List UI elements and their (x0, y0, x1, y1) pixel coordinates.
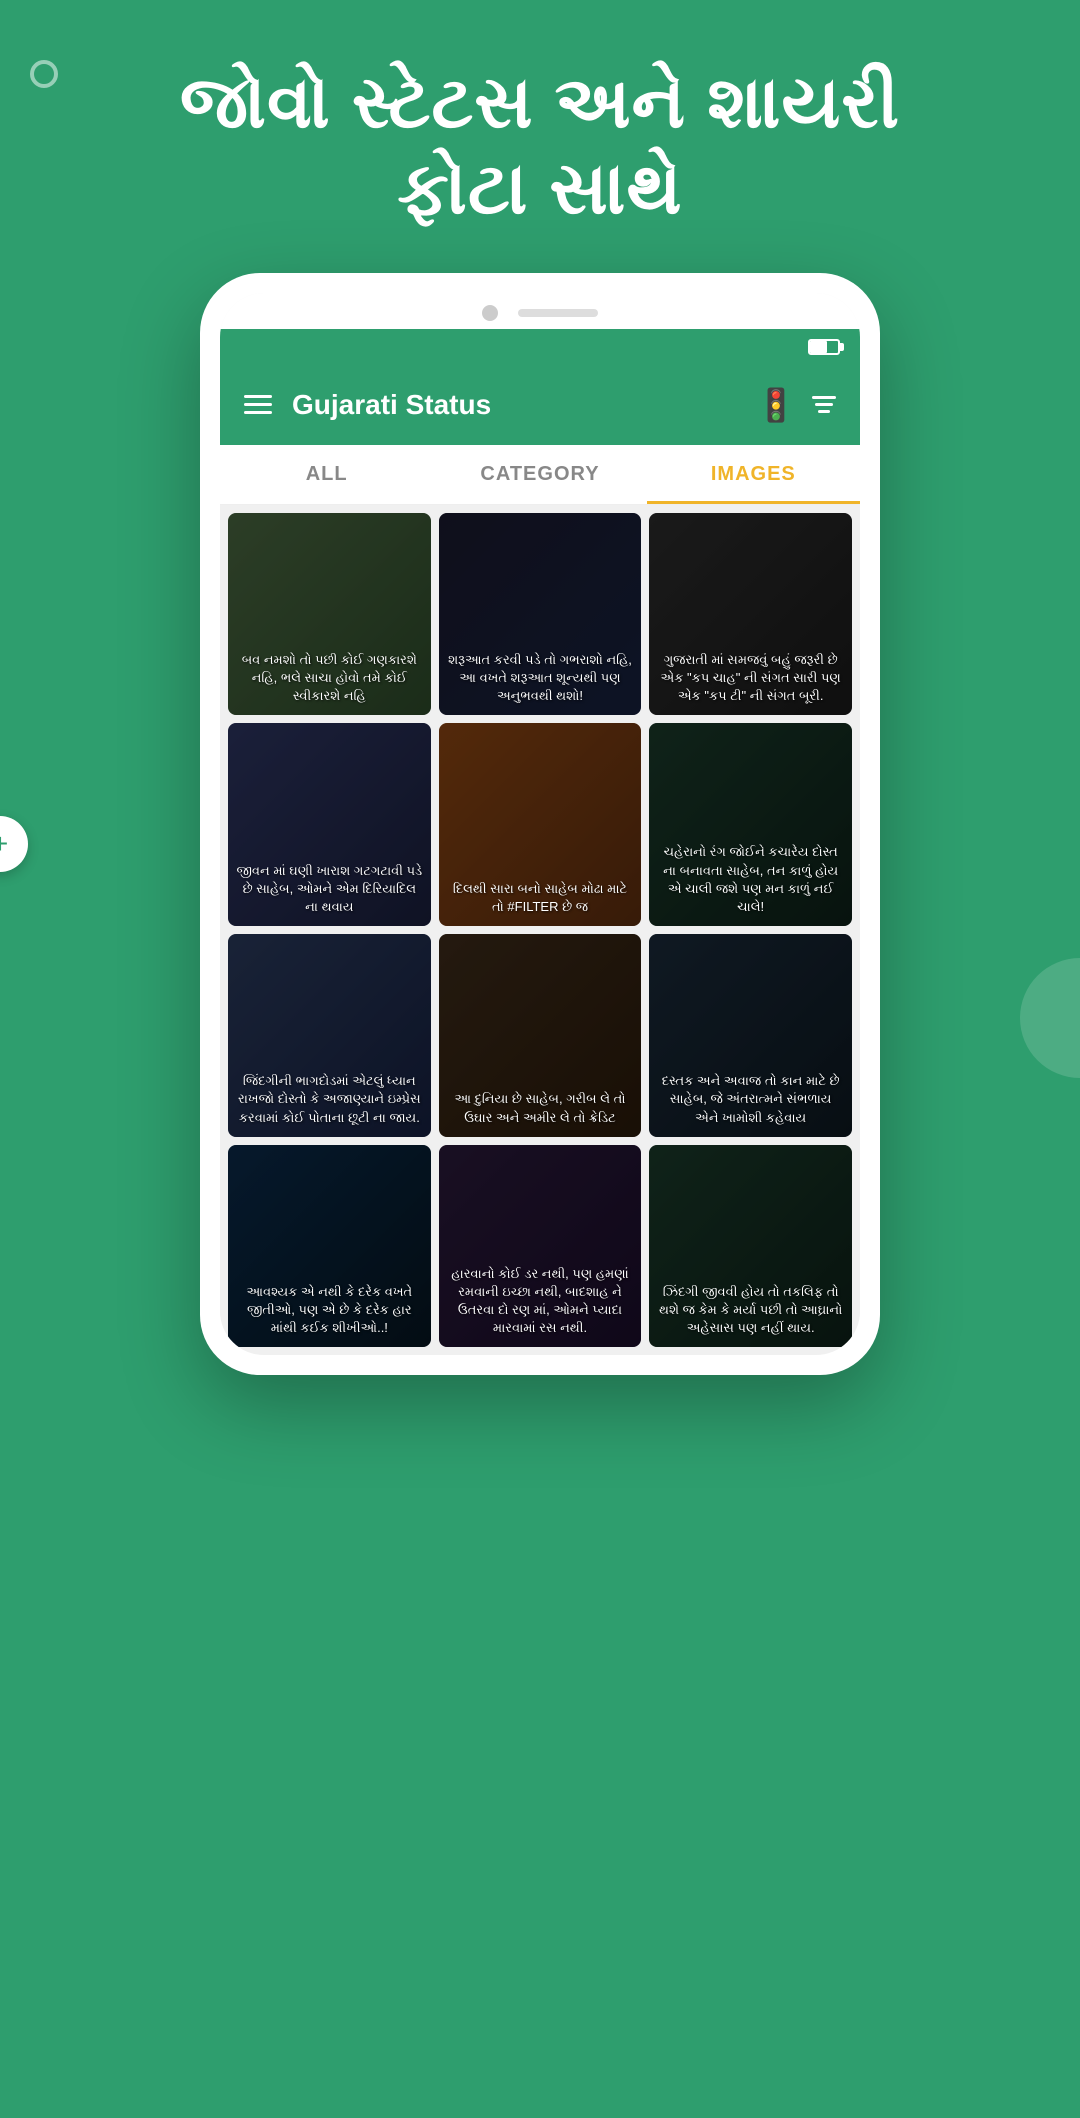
tab-images[interactable]: IMAGES (647, 445, 860, 504)
menu-icon[interactable] (244, 395, 272, 414)
tab-category[interactable]: CATEGORY (433, 445, 646, 504)
tab-all[interactable]: ALL (220, 445, 433, 504)
grid-item[interactable]: હારવાનો કોઈ ડર નથી, પણ હમણાં રમવાની ઇચ્છ… (439, 1145, 642, 1348)
phone-mockup: + Gujarati Statu (0, 273, 1080, 1416)
grid-item-text: આવશ્યક એ નથી કે દરેક વખતે જીતીઓ, પણ એ છે… (236, 1283, 423, 1338)
robot-icon: 🚦 (756, 386, 796, 424)
deco-circle (1020, 958, 1080, 1078)
hero-title-line1: જોવો સ્ટેટસ અને શાયરી (60, 60, 1020, 146)
hero-section: જોવો સ્ટેટસ અને શાયરી ફોટા સાથે (0, 0, 1080, 273)
grid-item-text: દસ્તક અને અવાજ તો કાન માટે છે સાહેબ, જે … (657, 1072, 844, 1127)
grid-item-text: શરૂઆત કરવી પડે તો ગભરાશો નહિ, આ વખતે શરૂ… (447, 651, 634, 706)
image-grid: બવ નમશો તો પછી કોઈ ગણકારશે નહિ, ભલે સાચા… (220, 505, 860, 1356)
phone-top-bar (220, 293, 860, 329)
phone-inner: Gujarati Status 🚦 ALL CATEGORY (220, 293, 860, 1356)
grid-item-text: જિંદગીની ભાગદોડમાં એટલું ધ્યાન રાખજો દોસ… (236, 1072, 423, 1127)
grid-item[interactable]: આ દુનિયા છે સાહેબ, ગરીબ લે તો ઉઘાર અને અ… (439, 934, 642, 1137)
sort-filter-icon[interactable] (812, 396, 836, 413)
grid-item[interactable]: ઝિંદગી જીવવી હોય તો તકલિફ તો થશે જ કેમ ક… (649, 1145, 852, 1348)
grid-item-text: ઝિંદગી જીવવી હોય તો તકલિફ તો થશે જ કેમ ક… (657, 1283, 844, 1338)
battery-icon (808, 339, 840, 355)
tab-bar: ALL CATEGORY IMAGES (220, 445, 860, 505)
hero-title-line2: ફોટા સાથે (60, 146, 1020, 232)
grid-item[interactable]: દસ્તક અને અવાજ તો કાન માટે છે સાહેબ, જે … (649, 934, 852, 1137)
phone-outer: Gujarati Status 🚦 ALL CATEGORY (200, 273, 880, 1376)
grid-item-text: જીવન માં ઘણી ખારાશ ગટગટાવી પડે છે સાહેબ,… (236, 862, 423, 917)
grid-item-text: ચહેરાનો રંગ જોઈને કચારેય દોસ્ત ના બનાવતા… (657, 843, 844, 916)
phone-camera (482, 305, 498, 321)
app-title: Gujarati Status (292, 389, 736, 421)
grid-item[interactable]: આવશ્યક એ નથી કે દરેક વખતે જીતીઓ, પણ એ છે… (228, 1145, 431, 1348)
grid-item-text: દિલથી સારા બનો સાહેબ મોઢા માટે તો #FILTE… (447, 880, 634, 916)
grid-item-text: આ દુનિયા છે સાહેબ, ગરીબ લે તો ઉઘાર અને અ… (447, 1090, 634, 1126)
app-bar-icons: 🚦 (756, 386, 836, 424)
fab-add-button[interactable]: + (0, 816, 28, 872)
phone-speaker (518, 309, 598, 317)
grid-item-text: બવ નમશો તો પછી કોઈ ગણકારશે નહિ, ભલે સાચા… (236, 651, 423, 706)
grid-item[interactable]: દિલથી સારા બનો સાહેબ મોઢા માટે તો #FILTE… (439, 723, 642, 926)
grid-item[interactable]: ચહેરાનો રંગ જોઈને કચારેય દોસ્ત ના બનાવતા… (649, 723, 852, 926)
grid-item-text: હારવાનો કોઈ ડર નથી, પણ હમણાં રમવાની ઇચ્છ… (447, 1265, 634, 1338)
grid-item[interactable]: બવ નમશો તો પછી કોઈ ગણકારશે નહિ, ભલે સાચા… (228, 513, 431, 716)
grid-item[interactable]: જીવન માં ઘણી ખારાશ ગટગટાવી પડે છે સાહેબ,… (228, 723, 431, 926)
status-bar (220, 329, 860, 365)
grid-item-text: ગુજરાતી માં સમજવું બહું જરૂરી છે એક "કપ … (657, 651, 844, 706)
grid-item[interactable]: શરૂઆત કરવી પડે તો ગભરાશો નહિ, આ વખતે શરૂ… (439, 513, 642, 716)
app-bar: Gujarati Status 🚦 (220, 365, 860, 445)
bg-circle (30, 60, 58, 88)
add-icon: + (0, 828, 8, 860)
battery-fill (810, 341, 827, 353)
grid-item[interactable]: ગુજરાતી માં સમજવું બહું જરૂરી છે એક "કપ … (649, 513, 852, 716)
grid-item[interactable]: જિંદગીની ભાગદોડમાં એટલું ધ્યાન રાખજો દોસ… (228, 934, 431, 1137)
